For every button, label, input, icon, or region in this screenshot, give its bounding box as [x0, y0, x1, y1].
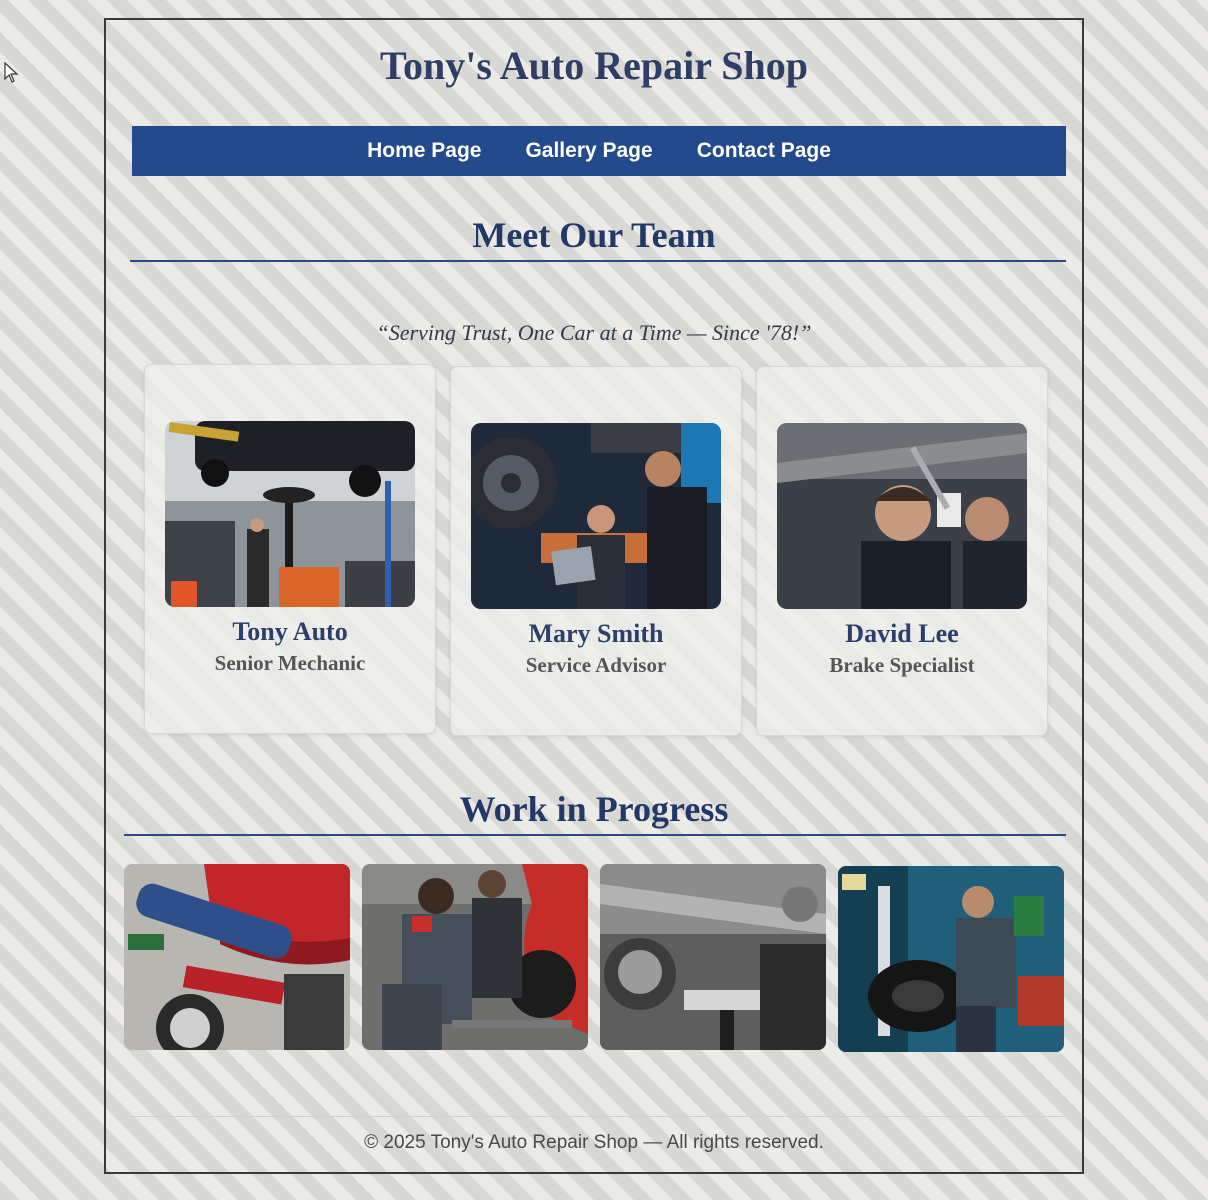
team-tagline: “Serving Trust, One Car at a Time — Sinc… [376, 320, 812, 345]
team-section-heading: Meet Our Team [472, 215, 716, 255]
site-footer: © 2025 Tony's Auto Repair Shop — All rig… [364, 1132, 824, 1153]
gallery-photo-tire-change [838, 866, 1064, 1052]
site-title: Tony's Auto Repair Shop [380, 43, 808, 88]
work-section-heading: Work in Progress [459, 789, 729, 829]
gallery-photo-underbody-bw [600, 864, 826, 1050]
team-member-role: Senior Mechanic [214, 651, 366, 675]
team-member-name: Tony Auto [232, 617, 348, 646]
gallery-photo-mechanic-wheel [362, 864, 588, 1050]
work-heading-divider [124, 834, 1066, 836]
mouse-cursor-icon [4, 62, 19, 83]
main-navbar: Home Page Gallery Page Contact Page [132, 126, 1066, 176]
team-card-mary: Mary Smith Service Advisor [450, 366, 742, 736]
team-member-name: David Lee [845, 619, 959, 648]
team-card-tony: Tony Auto Senior Mechanic [144, 364, 436, 734]
team-photo-garage-lift [165, 421, 415, 607]
gallery-photo-red-car-lying [124, 864, 350, 1050]
footer-divider [124, 1116, 1068, 1117]
team-member-role: Brake Specialist [829, 653, 975, 677]
team-heading-divider [130, 260, 1066, 262]
team-member-role: Service Advisor [525, 653, 667, 677]
nav-gallery-link[interactable]: Gallery Page [525, 139, 652, 163]
team-photo-mechanics-tablet [471, 423, 721, 609]
team-member-name: Mary Smith [528, 619, 664, 648]
team-photo-under-car [777, 423, 1027, 609]
nav-home-link[interactable]: Home Page [367, 139, 481, 163]
nav-contact-link[interactable]: Contact Page [697, 139, 831, 163]
page-container: Tony's Auto Repair Shop Home Page Galler… [104, 18, 1084, 1174]
team-card-david: David Lee Brake Specialist [756, 366, 1048, 736]
